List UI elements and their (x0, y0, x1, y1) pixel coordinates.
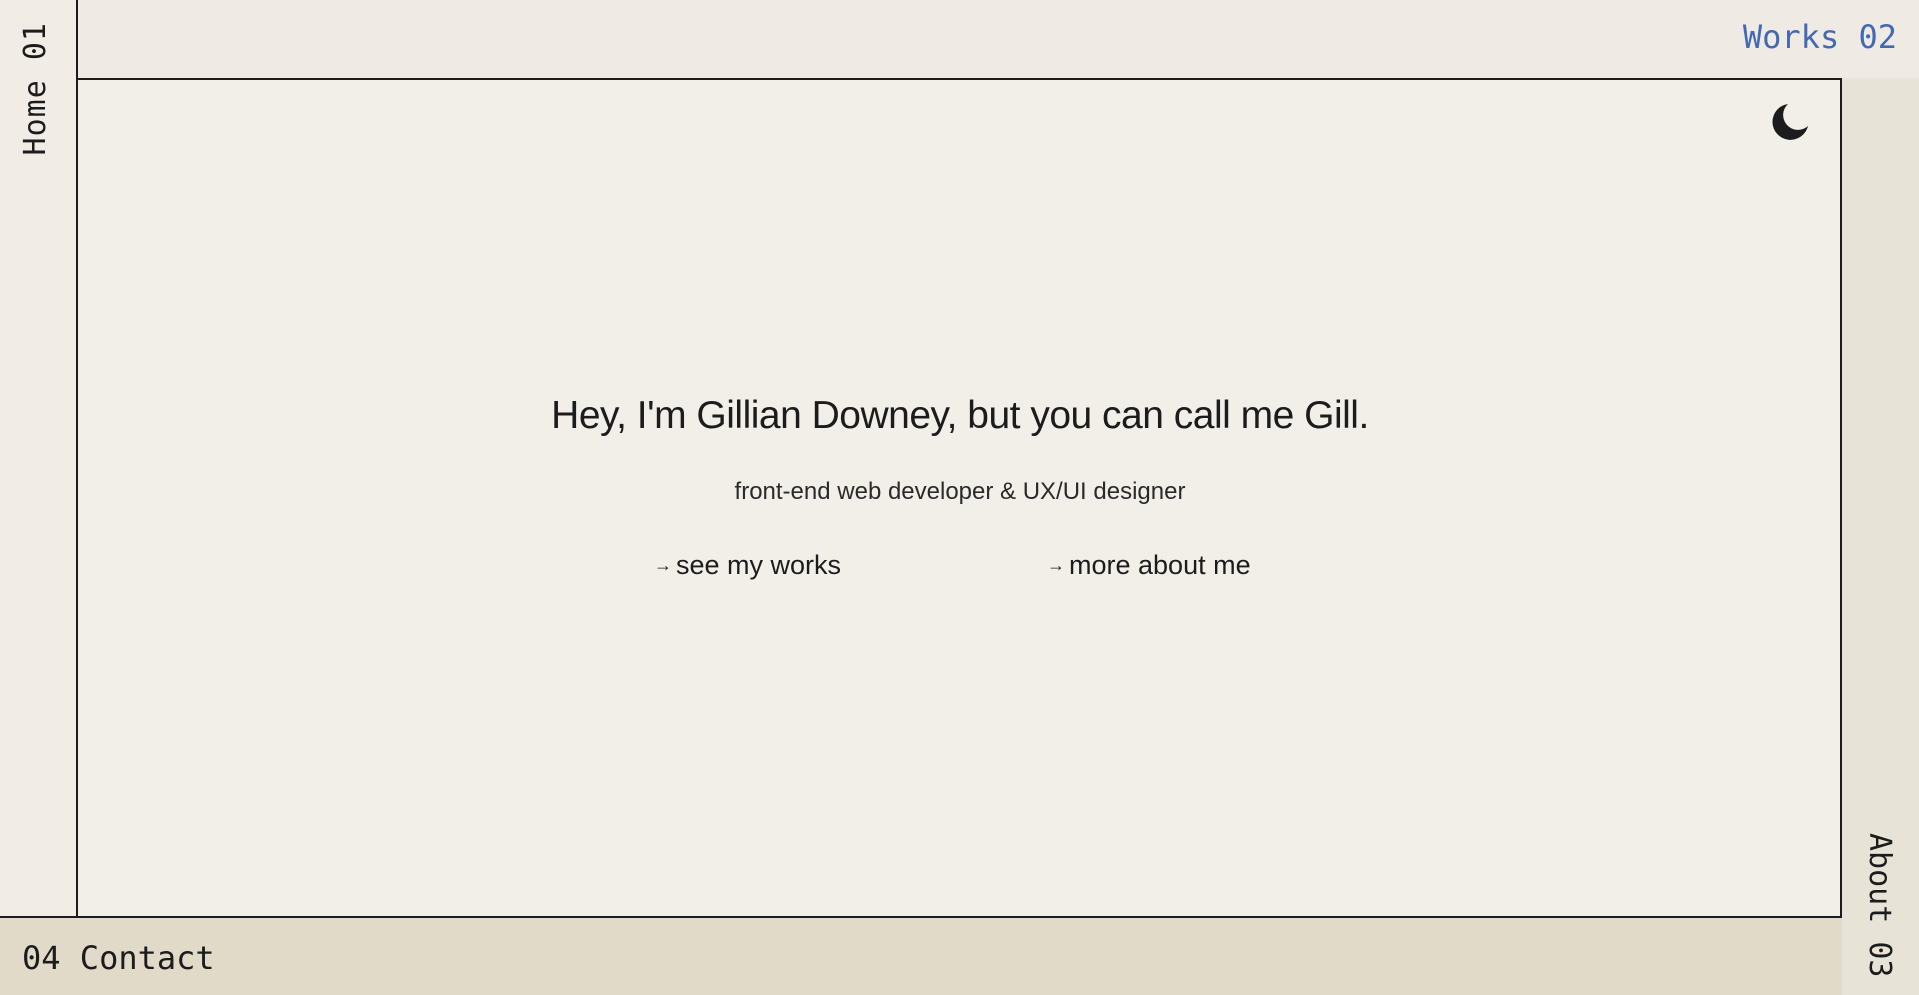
nav-home[interactable]: Home 01 (0, 0, 78, 917)
hero: Hey, I'm Gillian Downey, but you can cal… (80, 394, 1840, 506)
arrow-right-icon: → (1047, 555, 1065, 575)
more-about-me-label: more about me (1069, 550, 1251, 580)
theme-toggle-button[interactable] (1768, 100, 1812, 144)
cta-row: → see my works → more about me (80, 550, 1840, 590)
arrow-right-icon: → (654, 555, 672, 575)
hero-subtitle: front-end web developer & UX/UI designer (734, 478, 1186, 505)
hero-title: Hey, I'm Gillian Downey, but you can cal… (551, 394, 1369, 437)
portfolio-page: Home 01 Works 02 Hey, I'm Gillian Downey… (0, 0, 1919, 995)
more-about-me-link[interactable]: → more about me (1047, 550, 1251, 581)
nav-contact-label: 04 Contact (22, 939, 215, 977)
nav-about-label: About 03 (1862, 832, 1897, 978)
nav-works[interactable]: Works 02 (78, 0, 1919, 80)
nav-contact[interactable]: 04 Contact (0, 916, 1842, 995)
moon-icon (1772, 104, 1808, 140)
nav-home-label: Home 01 (18, 22, 53, 156)
nav-works-label: Works 02 (1742, 18, 1897, 56)
main-content: Hey, I'm Gillian Downey, but you can cal… (80, 80, 1840, 916)
see-my-works-link[interactable]: → see my works (654, 550, 841, 581)
see-my-works-label: see my works (676, 550, 842, 580)
nav-about[interactable]: About 03 (1840, 78, 1919, 995)
